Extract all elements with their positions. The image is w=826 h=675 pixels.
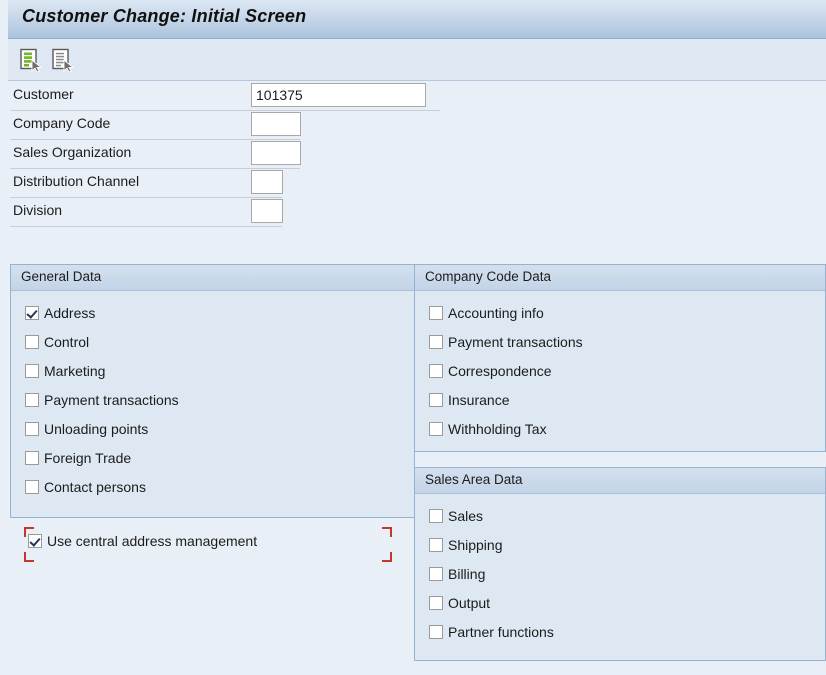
panel-general-data-header: General Data: [11, 265, 414, 291]
checkbox-label: Use central address management: [47, 533, 258, 549]
checkbox-label: Insurance: [448, 391, 510, 408]
panel-company-code-data-body: Accounting info Payment transactions Corre…: [415, 291, 825, 443]
checkbox-accounting-info[interactable]: Accounting info: [415, 298, 825, 327]
checkbox-partner-functions[interactable]: Partner functions: [415, 617, 825, 646]
checkbox-label: Accounting info: [448, 304, 544, 321]
panel-company-code-data-title: Company Code Data: [425, 269, 552, 284]
checkbox-insurance[interactable]: Insurance: [415, 385, 825, 414]
panel-sales-area-data-header: Sales Area Data: [415, 468, 825, 494]
form-row: Division: [0, 198, 826, 227]
checkbox-box-icon[interactable]: [429, 363, 443, 378]
form-label: Sales Organization: [13, 144, 132, 160]
checkbox-box-icon[interactable]: [25, 363, 39, 378]
checkbox-unloading-points[interactable]: Unloading points: [11, 414, 414, 443]
checkbox-box-icon[interactable]: [429, 334, 443, 349]
form-row: Customer: [0, 82, 826, 111]
checkbox-box-icon[interactable]: [25, 479, 39, 494]
checkbox-box-icon[interactable]: [28, 534, 42, 548]
panel-general-data: General Data Address Control Marketing Paym…: [10, 264, 415, 518]
checkbox-box-icon[interactable]: [429, 305, 443, 320]
central-address-management-group: Use central address management: [10, 524, 415, 566]
sap-screen: Customer Change: Initial Screen Customer…: [0, 0, 826, 675]
focus-corner-top-right-icon: [382, 527, 392, 537]
input-customer[interactable]: [251, 83, 426, 107]
checkbox-control[interactable]: Control: [11, 327, 414, 356]
panel-sales-area-data-title: Sales Area Data: [425, 472, 523, 487]
checkbox-use-central-address-management[interactable]: Use central address management: [28, 533, 257, 549]
panel-general-data-title: General Data: [21, 269, 102, 284]
checkbox-label: Correspondence: [448, 362, 552, 379]
checkbox-label: Payment transactions: [44, 391, 179, 408]
checkbox-payment-transactions[interactable]: Payment transactions: [415, 327, 825, 356]
input-sales-organization[interactable]: [251, 141, 301, 165]
form-row: Sales Organization: [0, 140, 826, 169]
checkbox-sales[interactable]: Sales: [415, 501, 825, 530]
application-toolbar: [8, 39, 826, 81]
checkbox-box-icon[interactable]: [429, 537, 443, 552]
panel-company-code-data-header: Company Code Data: [415, 265, 825, 291]
checkbox-billing[interactable]: Billing: [415, 559, 825, 588]
display-document-icon[interactable]: [50, 47, 76, 73]
form-row: Company Code: [0, 111, 826, 140]
checkbox-marketing[interactable]: Marketing: [11, 356, 414, 385]
checkbox-box-icon[interactable]: [25, 450, 39, 465]
form-label: Customer: [13, 86, 74, 102]
form-row-divider: [10, 226, 282, 227]
checkbox-payment-transactions[interactable]: Payment transactions: [11, 385, 414, 414]
selection-form: Customer Company Code Sales Organization Di…: [0, 82, 826, 238]
input-division[interactable]: [251, 199, 283, 223]
focus-corner-bottom-right-icon: [382, 552, 392, 562]
focus-corner-bottom-left-icon: [24, 552, 34, 562]
panel-company-code-data: Company Code Data Accounting info Payment…: [414, 264, 826, 452]
checkbox-address[interactable]: Address: [11, 298, 414, 327]
checkbox-label: Address: [44, 304, 96, 321]
checkbox-box-icon[interactable]: [25, 334, 39, 349]
checkbox-label: Withholding Tax: [448, 420, 547, 437]
create-with-template-icon[interactable]: [18, 47, 44, 73]
checkbox-label: Unloading points: [44, 420, 149, 437]
checkbox-label: Sales: [448, 507, 484, 524]
form-label: Division: [13, 202, 63, 218]
checkbox-box-icon[interactable]: [429, 566, 443, 581]
checkbox-foreign-trade[interactable]: Foreign Trade: [11, 443, 414, 472]
checkbox-withholding-tax[interactable]: Withholding Tax: [415, 414, 825, 443]
checkbox-label: Contact persons: [44, 478, 146, 495]
checkbox-box-icon[interactable]: [429, 508, 443, 523]
checkbox-box-icon[interactable]: [25, 421, 39, 436]
checkbox-correspondence[interactable]: Correspondence: [415, 356, 825, 385]
checkbox-label: Partner functions: [448, 623, 554, 640]
checkbox-label: Marketing: [44, 362, 106, 379]
checkbox-label: Control: [44, 333, 90, 350]
checkbox-label: Shipping: [448, 536, 503, 553]
page-title: Customer Change: Initial Screen: [22, 6, 307, 26]
window-title-bar: Customer Change: Initial Screen: [8, 0, 826, 39]
checkbox-box-icon[interactable]: [429, 595, 443, 610]
checkbox-output[interactable]: Output: [415, 588, 825, 617]
panel-general-data-body: Address Control Marketing Payment transacti…: [11, 291, 414, 501]
checkbox-box-icon[interactable]: [429, 392, 443, 407]
panel-sales-area-data: Sales Area Data Sales Shipping Billing Outp…: [414, 467, 826, 661]
checkbox-box-icon[interactable]: [429, 421, 443, 436]
form-label: Company Code: [13, 115, 111, 131]
checkbox-label: Billing: [448, 565, 486, 582]
checkbox-contact-persons[interactable]: Contact persons: [11, 472, 414, 501]
checkbox-label: Foreign Trade: [44, 449, 132, 466]
checkbox-box-icon[interactable]: [25, 392, 39, 407]
panel-sales-area-data-body: Sales Shipping Billing Output Partner functi…: [415, 494, 825, 646]
form-row: Distribution Channel: [0, 169, 826, 198]
checkbox-box-icon[interactable]: [25, 305, 39, 320]
input-distribution-channel[interactable]: [251, 170, 283, 194]
input-company-code[interactable]: [251, 112, 301, 136]
checkbox-label: Output: [448, 594, 491, 611]
form-label: Distribution Channel: [13, 173, 140, 189]
checkbox-shipping[interactable]: Shipping: [415, 530, 825, 559]
checkbox-box-icon[interactable]: [429, 624, 443, 639]
checkbox-label: Payment transactions: [448, 333, 583, 350]
